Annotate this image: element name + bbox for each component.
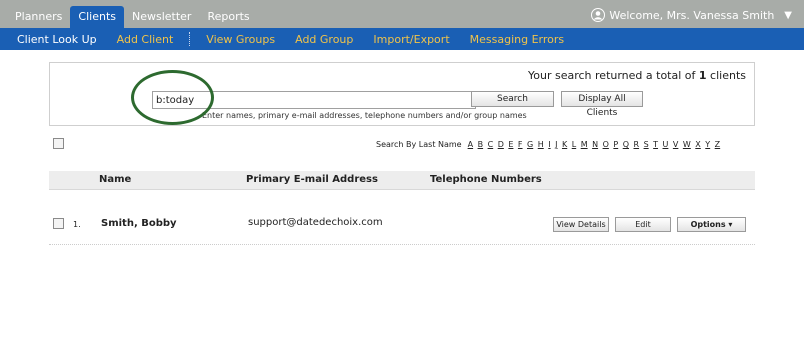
letter-link[interactable]: A bbox=[468, 140, 473, 149]
welcome-text: Welcome, Mrs. Vanessa Smith bbox=[609, 8, 775, 22]
last-name-filter: Search By Last Name A B C D E F G H I J … bbox=[376, 140, 725, 149]
letter-link[interactable]: L bbox=[572, 140, 576, 149]
letter-link[interactable]: T bbox=[653, 140, 658, 149]
letter-link[interactable]: D bbox=[498, 140, 504, 149]
letter-link[interactable]: U bbox=[663, 140, 669, 149]
display-all-clients-button[interactable]: Display All Clients bbox=[561, 91, 643, 118]
letter-link[interactable]: C bbox=[488, 140, 494, 149]
tab-reports[interactable]: Reports bbox=[199, 6, 257, 28]
letter-link[interactable]: Z bbox=[715, 140, 720, 149]
last-name-filter-label: Search By Last Name bbox=[376, 140, 462, 149]
letter-link[interactable]: E bbox=[508, 140, 513, 149]
letter-link[interactable]: Q bbox=[623, 140, 629, 149]
top-nav-tabs: Planners Clients Newsletter Reports bbox=[7, 6, 258, 28]
edit-button[interactable]: Edit bbox=[615, 217, 671, 232]
letter-link[interactable]: F bbox=[518, 140, 523, 149]
letter-link[interactable]: R bbox=[634, 140, 640, 149]
column-header-email: Primary E-mail Address bbox=[246, 174, 378, 185]
letter-link[interactable]: P bbox=[613, 140, 618, 149]
letter-link[interactable]: J bbox=[555, 140, 557, 149]
table-header: Name Primary E-mail Address Telephone Nu… bbox=[49, 171, 755, 190]
client-name: Smith, Bobby bbox=[101, 218, 177, 229]
search-hint: Enter names, primary e-mail addresses, t… bbox=[202, 111, 527, 120]
subnav-view-groups[interactable]: View Groups bbox=[196, 33, 285, 46]
row-index: 1. bbox=[73, 220, 81, 229]
annotation-circle bbox=[131, 70, 214, 125]
row-divider bbox=[49, 244, 755, 245]
subnav-divider bbox=[189, 32, 191, 46]
column-header-name: Name bbox=[99, 174, 132, 185]
result-prefix: Your search returned a total of bbox=[528, 69, 696, 82]
subnav-client-look-up[interactable]: Client Look Up bbox=[0, 33, 107, 46]
letter-link[interactable]: B bbox=[478, 140, 484, 149]
letter-link[interactable]: W bbox=[683, 140, 691, 149]
letter-link[interactable]: S bbox=[644, 140, 649, 149]
letter-link[interactable]: K bbox=[562, 140, 567, 149]
view-details-button[interactable]: View Details bbox=[553, 217, 609, 232]
client-email: support@datedechoix.com bbox=[248, 217, 383, 228]
top-navigation-bar: Planners Clients Newsletter Reports Welc… bbox=[0, 0, 804, 28]
letter-link[interactable]: H bbox=[538, 140, 544, 149]
select-all-checkbox[interactable] bbox=[53, 138, 64, 149]
result-count: 1 bbox=[698, 69, 707, 82]
tab-clients[interactable]: Clients bbox=[70, 6, 124, 28]
tab-planners[interactable]: Planners bbox=[7, 6, 70, 28]
letter-link[interactable]: N bbox=[592, 140, 598, 149]
letter-link[interactable]: G bbox=[527, 140, 533, 149]
options-dropdown-button[interactable]: Options ▾ bbox=[677, 217, 746, 232]
letter-link[interactable]: I bbox=[548, 140, 550, 149]
row-checkbox[interactable] bbox=[53, 218, 64, 229]
sub-navigation-bar: Client Look Up Add Client View Groups Ad… bbox=[0, 28, 804, 50]
letter-link[interactable]: O bbox=[603, 140, 609, 149]
subnav-add-group[interactable]: Add Group bbox=[285, 33, 363, 46]
search-button[interactable]: Search bbox=[471, 91, 554, 107]
subnav-add-client[interactable]: Add Client bbox=[107, 33, 184, 46]
subnav-import-export[interactable]: Import/Export bbox=[363, 33, 459, 46]
subnav-messaging-errors[interactable]: Messaging Errors bbox=[460, 33, 575, 46]
user-welcome[interactable]: Welcome, Mrs. Vanessa Smith ▼ bbox=[591, 8, 792, 22]
user-icon bbox=[591, 8, 606, 22]
tab-newsletter[interactable]: Newsletter bbox=[124, 6, 199, 28]
result-suffix: clients bbox=[710, 69, 746, 82]
letter-link[interactable]: Y bbox=[705, 140, 710, 149]
menu-caret-icon[interactable]: ▼ bbox=[784, 10, 792, 21]
letter-link[interactable]: X bbox=[695, 140, 700, 149]
column-header-telephone: Telephone Numbers bbox=[430, 174, 542, 185]
letter-link[interactable]: M bbox=[581, 140, 588, 149]
search-result-summary: Your search returned a total of 1 client… bbox=[528, 69, 746, 82]
letter-link[interactable]: V bbox=[673, 140, 678, 149]
